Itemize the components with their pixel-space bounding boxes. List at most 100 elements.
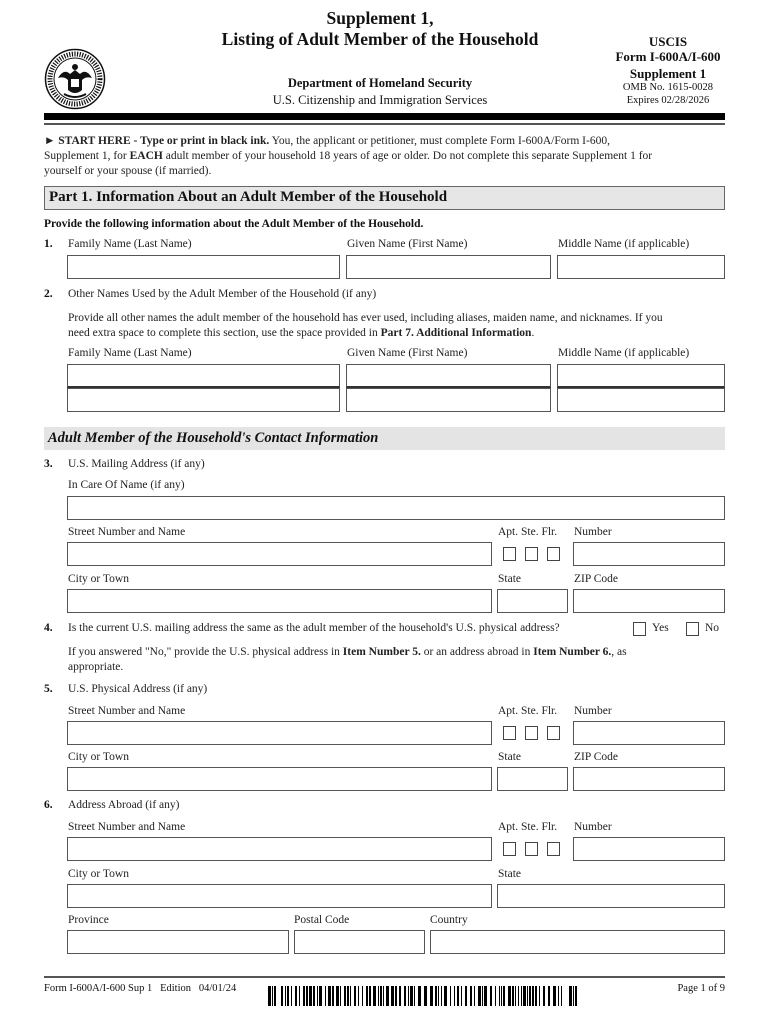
item3-care-of-input[interactable] [67,496,725,520]
item4-no-label: No [705,622,720,634]
item2-family-name-input-2[interactable] [67,388,340,412]
item3-flr-checkbox[interactable] [547,547,560,561]
item6-street-input[interactable] [67,837,492,861]
item6-province-label: Province [68,914,109,926]
arrow-right-icon: ► [44,135,56,147]
item5-number: 5. [44,683,53,695]
item1-middle-name-input[interactable] [557,255,725,279]
item4-note-2: appropriate. [68,661,124,673]
item6-flr-checkbox[interactable] [547,842,560,856]
footer-divider [44,976,725,978]
item5-zip-label: ZIP Code [574,751,618,763]
item4-yes-checkbox[interactable] [633,622,646,636]
item5-flr-checkbox[interactable] [547,726,560,740]
item5-state-select[interactable] [497,767,568,791]
item3-unit-number-input[interactable] [573,542,725,566]
item6-ste-checkbox[interactable] [525,842,538,856]
item3-street-input[interactable] [67,542,492,566]
item6-street-label: Street Number and Name [68,821,186,833]
item3-apt-checkbox[interactable] [503,547,516,561]
item4-number: 4. [44,622,53,634]
item6-number-label: Number [574,821,612,833]
item2-number: 2. [44,288,53,300]
item2-desc-2c: . [531,327,535,339]
item3-number-label: Number [574,526,612,538]
item4-note-1e: , as [611,646,627,658]
item3-zip-input[interactable] [573,589,725,613]
item1-family-name-input[interactable] [67,255,340,279]
item3-label: U.S. Mailing Address (if any) [68,458,205,470]
form-title: Supplement 1, Listing of Adult Member of… [190,8,570,50]
item6-city-label: City or Town [68,868,129,880]
item5-zip-input[interactable] [573,767,725,791]
item3-state-label: State [498,573,521,585]
title-line-1: Supplement 1, [326,8,434,28]
item2-middle-name-input-1[interactable] [557,364,725,388]
page-number: Page 1 of 9 [677,983,725,994]
item6-state-label: State [498,868,521,880]
item6-province-input[interactable] [67,930,289,954]
item3-street-label: Street Number and Name [68,526,186,538]
item1-given-name-input[interactable] [346,255,551,279]
item5-apt-label: Apt. Ste. Flr. [498,705,558,717]
item2-part7-ref: Part 7. Additional Information [380,327,532,339]
item6-unit-number-input[interactable] [573,837,725,861]
item3-care-of-label: In Care Of Name (if any) [68,479,185,491]
item6-apt-checkbox[interactable] [503,842,516,856]
expiration-date: Expires 02/28/2026 [626,95,710,106]
intro-instructions: ► START HERE - Type or print in black in… [44,134,734,179]
department-name: Department of Homeland Security [287,76,473,90]
item3-state-select[interactable] [497,589,568,613]
item2-desc-1: Provide all other names the adult member… [68,312,663,324]
title-line-2: Listing of Adult Member of the Household [221,29,539,49]
item6-label: Address Abroad (if any) [68,799,180,811]
item6-state-input[interactable] [497,884,725,908]
item6-number: 6. [44,799,53,811]
intro-text-2a: Supplement 1, for [44,150,130,162]
item6-apt-label: Apt. Ste. Flr. [498,821,558,833]
item6-country-input[interactable] [430,930,725,954]
item2-family-name-input-1[interactable] [67,364,340,388]
item3-ste-checkbox[interactable] [525,547,538,561]
intro-text-1: You, the applicant or petitioner, must c… [269,135,610,147]
footer-form-id: Form I-600A/I-600 Sup 1 Edition 04/01/24 [44,983,236,994]
item5-ste-checkbox[interactable] [525,726,538,740]
item6-postal-code-input[interactable] [294,930,425,954]
item2-given-label: Given Name (First Name) [347,347,468,359]
start-here-label: START HERE - Type or print in black ink. [58,135,270,147]
intro-each: EACH [129,150,163,162]
item4-yes-label: Yes [652,622,669,634]
supplement-label: Supplement 1 [629,66,707,81]
item1-given-label: Given Name (First Name) [347,238,468,250]
item3-city-input[interactable] [67,589,492,613]
item2-given-name-input-1[interactable] [346,364,551,388]
header-divider-thick [44,113,725,120]
item1-number: 1. [44,238,53,250]
footer-edition-label: Edition [160,983,192,994]
intro-text-2b: adult member of your household 18 years … [162,150,653,162]
item2-given-name-input-2[interactable] [346,388,551,412]
item3-number: 3. [44,458,53,470]
item5-number-label: Number [574,705,612,717]
item5-unit-number-input[interactable] [573,721,725,745]
contact-info-header: Adult Member of the Household's Contact … [44,427,725,450]
item3-zip-label: ZIP Code [574,573,618,585]
header-divider-thin [44,123,725,125]
uscis-label: USCIS [648,34,688,49]
barcode-stripe [577,986,578,1006]
item5-state-label: State [498,751,521,763]
item4-item5-ref: Item Number 5. [342,646,421,658]
omb-number: OMB No. 1615-0028 [622,82,714,93]
item2-desc-2a: need extra space to complete this sectio… [68,327,381,339]
item5-city-input[interactable] [67,767,492,791]
dhs-seal-icon [44,48,106,110]
item4-item6-ref: Item Number 6. [533,646,612,658]
item2-middle-name-input-2[interactable] [557,388,725,412]
item2-description: Provide all other names the adult member… [68,311,728,341]
item5-apt-checkbox[interactable] [503,726,516,740]
item6-city-input[interactable] [67,884,492,908]
item4-no-checkbox[interactable] [686,622,699,636]
item4-note-1a: If you answered "No," provide the U.S. p… [68,646,343,658]
item5-street-input[interactable] [67,721,492,745]
item4-note-1c: or an address abroad in [420,646,534,658]
